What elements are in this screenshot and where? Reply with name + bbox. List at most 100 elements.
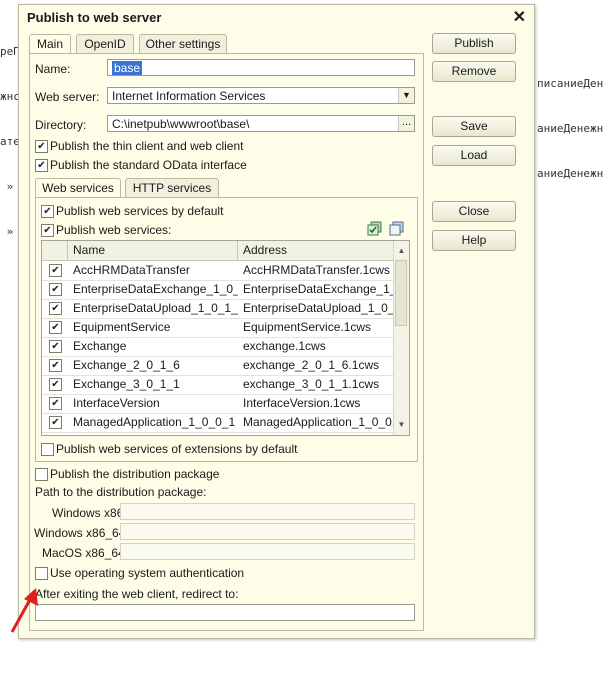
table-scrollbar[interactable]: ▲ ▼ <box>393 241 409 435</box>
row-name: EnterpriseDataUpload_1_0_1_1 <box>73 301 238 315</box>
help-button[interactable]: Help <box>432 230 516 251</box>
row-checkbox[interactable]: ✔ <box>49 359 62 372</box>
title-bar[interactable]: Publish to web server ✕ <box>19 5 534 29</box>
dialog-title: Publish to web server <box>27 10 162 25</box>
column-header-check <box>42 241 68 260</box>
row-name: EnterpriseDataExchange_1_0_... <box>73 282 238 296</box>
code-line: писаниеДен <box>537 77 604 90</box>
ext-default-label: Publish web services of extensions by de… <box>56 442 298 456</box>
remove-button[interactable]: Remove <box>432 61 516 82</box>
table-row[interactable]: ✔ EnterpriseDataUpload_1_0_1_1 Enterpris… <box>42 299 393 319</box>
ws-default-checkbox[interactable]: ✔ <box>41 205 54 218</box>
uncheck-all-icon[interactable] <box>389 221 405 240</box>
path-label: Path to the distribution package: <box>35 485 207 499</box>
webserver-select[interactable]: Internet Information Services ▼ <box>107 87 415 104</box>
code-line: ате <box>0 135 20 148</box>
table-row[interactable]: ✔ ManagedApplication_1_0_0_1 ManagedAppl… <box>42 413 393 433</box>
check-all-icon[interactable] <box>367 221 383 240</box>
tab-web-services[interactable]: Web services <box>35 178 121 198</box>
win86-input[interactable] <box>120 503 415 520</box>
name-label: Name: <box>35 62 71 76</box>
table-row[interactable]: ✔ Exchange_3_0_1_1 exchange_3_0_1_1.1cws <box>42 375 393 395</box>
row-name: Exchange <box>73 339 127 353</box>
distribution-label: Publish the distribution package <box>50 467 220 481</box>
mac-label: MacOS x86_64: <box>42 546 129 560</box>
row-checkbox[interactable]: ✔ <box>49 302 62 315</box>
tab-openid[interactable]: OpenID <box>76 34 134 53</box>
row-address: exchange_2_0_1_6.1cws <box>243 358 380 372</box>
code-line: » <box>0 225 14 238</box>
row-checkbox[interactable]: ✔ <box>49 264 62 277</box>
tab-http-services[interactable]: HTTP services <box>125 178 219 197</box>
code-line: » <box>0 180 14 193</box>
web-services-table: Name Address ✔ AccHRMDataTransfer AccHRM… <box>41 240 410 436</box>
row-address: EnterpriseDataExchange_1_... <box>243 282 393 296</box>
background-code-right: писаниеДен аниеДенежн аниеДенежн <box>537 46 603 196</box>
ws-default-label: Publish web services by default <box>56 204 224 218</box>
save-button[interactable]: Save <box>432 116 516 137</box>
ws-publish-checkbox[interactable]: ✔ <box>41 224 54 237</box>
table-row[interactable]: ✔ EquipmentService EquipmentService.1cws <box>42 318 393 338</box>
tab-main[interactable]: Main <box>29 34 71 54</box>
table-row[interactable]: ✔ Exchange exchange.1cws <box>42 337 393 357</box>
row-checkbox[interactable]: ✔ <box>49 321 62 334</box>
row-name: EquipmentService <box>73 320 171 334</box>
redirect-input[interactable] <box>35 604 415 621</box>
ext-default-checkbox[interactable] <box>41 443 54 456</box>
os-auth-checkbox[interactable] <box>35 567 48 580</box>
browse-button[interactable]: ... <box>398 116 414 131</box>
directory-input[interactable]: C:\inetpub\wwwroot\base\ ... <box>107 115 415 132</box>
win86-label: Windows x86: <box>52 506 127 520</box>
name-input[interactable]: base <box>107 59 415 76</box>
win64-label: Windows x86_64: <box>34 526 129 540</box>
row-address: AccHRMDataTransfer.1cws <box>243 263 390 277</box>
tab-label: HTTP services <box>132 181 212 195</box>
row-checkbox[interactable]: ✔ <box>49 416 62 429</box>
code-line: рeП <box>0 45 20 58</box>
webserver-value: Internet Information Services <box>112 89 266 103</box>
row-checkbox[interactable]: ✔ <box>49 340 62 353</box>
name-input-value: base <box>112 61 143 75</box>
table-row[interactable]: ✔ InterfaceVersion InterfaceVersion.1cws <box>42 394 393 414</box>
row-name: Exchange_2_0_1_6 <box>73 358 180 372</box>
row-name: AccHRMDataTransfer <box>73 263 190 277</box>
row-name: ManagedApplication_1_0_0_1 <box>73 415 236 429</box>
distribution-checkbox[interactable] <box>35 468 48 481</box>
row-address: exchange.1cws <box>243 339 326 353</box>
win64-input[interactable] <box>120 523 415 540</box>
table-row[interactable]: ✔ EnterpriseDataExchange_1_0_... Enterpr… <box>42 280 393 300</box>
webserver-label: Web server: <box>35 90 100 104</box>
directory-value: C:\inetpub\wwwroot\base\ <box>112 117 250 131</box>
tab-label: Web services <box>42 181 114 195</box>
row-checkbox[interactable]: ✔ <box>49 378 62 391</box>
table-header: Name Address <box>42 241 393 261</box>
code-line: жнс <box>0 90 20 103</box>
tab-label: OpenID <box>84 37 126 51</box>
load-button[interactable]: Load <box>432 145 516 166</box>
mac-input[interactable] <box>120 543 415 560</box>
close-button[interactable]: Close <box>432 201 516 222</box>
publish-odata-checkbox[interactable]: ✔ <box>35 159 48 172</box>
redirect-label: After exiting the web client, redirect t… <box>35 587 239 601</box>
row-address: InterfaceVersion.1cws <box>243 396 361 410</box>
tab-other-settings[interactable]: Other settings <box>139 34 227 53</box>
tab-label: Other settings <box>145 37 221 51</box>
table-row[interactable]: ✔ AccHRMDataTransfer AccHRMDataTransfer.… <box>42 261 393 281</box>
row-address: EnterpriseDataUpload_1_0_... <box>243 301 393 315</box>
chevron-down-icon[interactable]: ▼ <box>398 88 414 103</box>
ws-publish-label: Publish web services: <box>56 223 172 237</box>
scroll-up-icon[interactable]: ▲ <box>394 243 409 258</box>
row-name: InterfaceVersion <box>73 396 160 410</box>
code-line: аниеДенежн <box>537 167 604 180</box>
publish-button[interactable]: Publish <box>432 33 516 54</box>
column-header-address[interactable]: Address <box>238 241 393 260</box>
table-row[interactable]: ✔ Exchange_2_0_1_6 exchange_2_0_1_6.1cws <box>42 356 393 376</box>
scroll-thumb[interactable] <box>395 260 407 326</box>
row-checkbox[interactable]: ✔ <box>49 397 62 410</box>
column-header-name[interactable]: Name <box>68 241 238 260</box>
row-address: exchange_3_0_1_1.1cws <box>243 377 380 391</box>
close-icon[interactable]: ✕ <box>513 7 526 27</box>
scroll-down-icon[interactable]: ▼ <box>394 417 409 432</box>
publish-thin-client-checkbox[interactable]: ✔ <box>35 140 48 153</box>
row-checkbox[interactable]: ✔ <box>49 283 62 296</box>
